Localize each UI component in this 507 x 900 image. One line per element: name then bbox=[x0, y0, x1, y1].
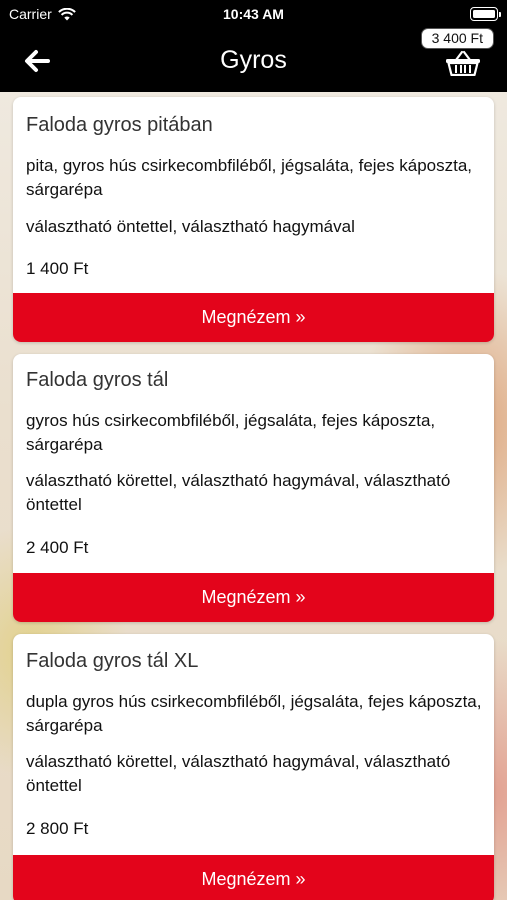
product-options: választható öntettel, választható hagymá… bbox=[26, 217, 355, 236]
basket-button[interactable] bbox=[445, 50, 481, 77]
product-options: választható körettel, választható hagymá… bbox=[26, 471, 451, 514]
page-title: Gyros bbox=[220, 46, 287, 74]
view-button[interactable]: Megnézem » bbox=[13, 293, 494, 342]
view-button[interactable]: Megnézem » bbox=[13, 573, 494, 622]
product-card: Faloda gyros tál gyros hús csirkecombfil… bbox=[13, 354, 494, 622]
product-card: Faloda gyros pitában pita, gyros hús csi… bbox=[13, 97, 494, 342]
product-card: Faloda gyros tál XL dupla gyros hús csir… bbox=[13, 634, 494, 900]
view-button[interactable]: Megnézem » bbox=[13, 855, 494, 900]
product-price: 2 800 Ft bbox=[26, 819, 89, 838]
battery-icon bbox=[470, 7, 501, 21]
product-price: 2 400 Ft bbox=[26, 538, 89, 557]
status-bar: Carrier 10:43 AM bbox=[0, 0, 507, 28]
product-description: gyros hús csirkecombfiléből, jégsaláta, … bbox=[26, 411, 436, 454]
product-title: Faloda gyros tál bbox=[26, 369, 169, 391]
product-description: pita, gyros hús csirkecombfiléből, jégsa… bbox=[26, 156, 473, 199]
status-time: 10:43 AM bbox=[223, 6, 284, 22]
cart-total-badge[interactable]: 3 400 Ft bbox=[420, 28, 494, 49]
top-bar: Carrier 10:43 AM Gyros 3 400 Ft bbox=[0, 0, 507, 92]
product-title: Faloda gyros tál XL bbox=[26, 650, 199, 672]
battery-level-fill bbox=[473, 10, 495, 18]
product-description: dupla gyros hús csirkecombfiléből, jégsa… bbox=[26, 692, 482, 735]
basket-icon bbox=[446, 50, 480, 77]
product-title: Faloda gyros pitában bbox=[26, 114, 213, 136]
product-options: választható körettel, választható hagymá… bbox=[26, 752, 451, 795]
product-price: 1 400 Ft bbox=[26, 259, 89, 278]
